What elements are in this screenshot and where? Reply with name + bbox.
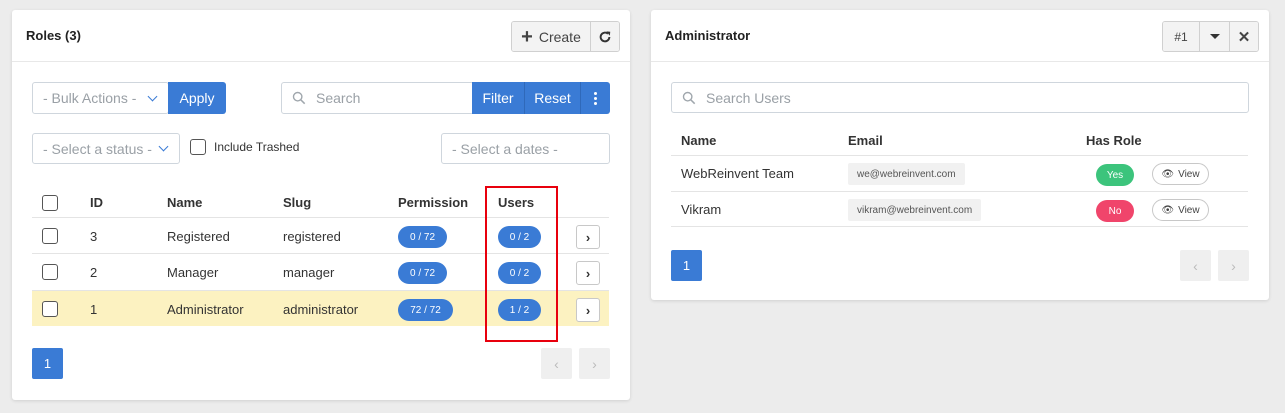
user-row: Vikram vikram@webreinvent.com No 👁 View bbox=[671, 191, 1248, 227]
row-checkbox[interactable] bbox=[42, 264, 58, 280]
row-slug: administrator bbox=[283, 302, 359, 317]
administrator-header-actions: #1 ✕ bbox=[1162, 21, 1259, 52]
row-name: Administrator bbox=[167, 302, 244, 317]
chevron-down-icon bbox=[158, 141, 169, 152]
create-label: Create bbox=[538, 28, 581, 45]
page-1-button[interactable]: 1 bbox=[32, 348, 63, 379]
chevron-right-icon: › bbox=[585, 302, 591, 318]
search-users-placeholder: Search Users bbox=[706, 89, 791, 106]
roles-panel: Roles (3) + Create - Bulk Actions - Appl… bbox=[12, 10, 630, 400]
administrator-title: Administrator bbox=[665, 28, 751, 43]
row-slug: manager bbox=[283, 265, 335, 280]
row-open-button[interactable]: › bbox=[576, 261, 600, 285]
user-name: Vikram bbox=[681, 202, 722, 217]
row-id: 1 bbox=[90, 302, 98, 317]
include-trashed-checkbox[interactable] bbox=[190, 139, 206, 155]
roles-panel-header: Roles (3) + Create bbox=[12, 10, 630, 62]
page-1-button[interactable]: 1 bbox=[671, 250, 702, 281]
eye-icon: 👁 bbox=[1161, 168, 1175, 180]
eye-icon: 👁 bbox=[1161, 204, 1175, 216]
row-name: Registered bbox=[167, 229, 230, 244]
user-row: WebReinvent Team we@webreinvent.com Yes … bbox=[671, 155, 1248, 191]
permission-pill[interactable]: 0 / 72 bbox=[398, 262, 447, 284]
row-open-button[interactable]: › bbox=[576, 298, 600, 322]
row-name: Manager bbox=[167, 265, 219, 280]
search-icon bbox=[682, 91, 696, 104]
col-header-name[interactable]: Name bbox=[167, 195, 202, 210]
col-header-id[interactable]: ID bbox=[90, 195, 103, 210]
view-user-button[interactable]: 👁 View bbox=[1152, 199, 1209, 221]
view-label: View bbox=[1178, 204, 1200, 216]
administrator-panel-header: Administrator #1 ✕ bbox=[651, 10, 1269, 62]
roles-title: Roles (3) bbox=[26, 28, 81, 43]
col-header-has-role[interactable]: Has Role bbox=[1086, 133, 1142, 148]
status-select[interactable]: - Select a status - bbox=[32, 133, 180, 164]
plus-icon: + bbox=[521, 25, 533, 48]
bulk-actions-label: - Bulk Actions - bbox=[43, 90, 137, 106]
include-trashed-label: Include Trashed bbox=[214, 140, 300, 154]
col-header-permission[interactable]: Permission bbox=[398, 195, 468, 210]
filter-button[interactable]: Filter bbox=[472, 82, 524, 114]
dates-placeholder: - Select a dates - bbox=[452, 140, 558, 157]
row-checkbox[interactable] bbox=[42, 301, 58, 317]
user-email: vikram@webreinvent.com bbox=[848, 199, 982, 221]
refresh-button[interactable] bbox=[590, 22, 619, 51]
row-open-button[interactable]: › bbox=[576, 225, 600, 249]
administrator-panel: Administrator #1 ✕ Search Users Name Ema… bbox=[651, 10, 1269, 300]
view-label: View bbox=[1178, 168, 1200, 180]
user-name: WebReinvent Team bbox=[681, 166, 794, 181]
chevron-right-icon: › bbox=[1231, 257, 1236, 274]
select-all-checkbox[interactable] bbox=[42, 195, 58, 211]
search-placeholder: Search bbox=[316, 90, 361, 106]
dropdown-button[interactable] bbox=[1199, 22, 1229, 51]
close-icon: ✕ bbox=[1237, 28, 1251, 46]
search-users-input[interactable]: Search Users bbox=[671, 82, 1249, 113]
next-page-button[interactable]: › bbox=[1218, 250, 1249, 281]
row-slug: registered bbox=[283, 229, 341, 244]
close-button[interactable]: ✕ bbox=[1229, 22, 1258, 51]
col-header-slug[interactable]: Slug bbox=[283, 195, 311, 210]
record-id-button[interactable]: #1 bbox=[1163, 22, 1199, 51]
prev-page-button[interactable]: ‹ bbox=[1180, 250, 1211, 281]
search-input[interactable]: Search bbox=[281, 82, 474, 114]
user-email: we@webreinvent.com bbox=[848, 163, 965, 185]
permission-pill[interactable]: 0 / 72 bbox=[398, 226, 447, 248]
row-id: 3 bbox=[90, 229, 98, 244]
more-options-button[interactable] bbox=[580, 82, 610, 114]
apply-button[interactable]: Apply bbox=[168, 82, 226, 114]
view-user-button[interactable]: 👁 View bbox=[1152, 163, 1209, 185]
reset-button[interactable]: Reset bbox=[524, 82, 580, 114]
row-checkbox[interactable] bbox=[42, 228, 58, 244]
chevron-down-icon bbox=[147, 91, 158, 101]
bulk-actions-select[interactable]: - Bulk Actions - bbox=[32, 82, 169, 114]
col-header-email[interactable]: Email bbox=[848, 133, 883, 148]
roles-header-actions: + Create bbox=[511, 21, 620, 52]
refresh-icon bbox=[599, 30, 611, 42]
next-page-button[interactable]: › bbox=[579, 348, 610, 379]
dates-input[interactable]: - Select a dates - bbox=[441, 133, 610, 164]
vertical-dots-icon bbox=[594, 91, 597, 106]
chevron-left-icon: ‹ bbox=[1193, 257, 1198, 274]
search-icon bbox=[292, 91, 306, 105]
chevron-right-icon: › bbox=[585, 265, 591, 281]
prev-page-button[interactable]: ‹ bbox=[541, 348, 572, 379]
chevron-left-icon: ‹ bbox=[554, 355, 559, 372]
has-role-yes-badge[interactable]: Yes bbox=[1096, 164, 1134, 186]
has-role-no-badge[interactable]: No bbox=[1096, 200, 1134, 222]
create-button[interactable]: + Create bbox=[512, 22, 590, 51]
chevron-right-icon: › bbox=[592, 355, 597, 372]
row-id: 2 bbox=[90, 265, 98, 280]
chevron-right-icon: › bbox=[585, 229, 591, 245]
col-header-name[interactable]: Name bbox=[681, 133, 716, 148]
users-column-highlight bbox=[485, 186, 558, 342]
caret-down-icon bbox=[1209, 34, 1220, 39]
permission-pill[interactable]: 72 / 72 bbox=[398, 299, 453, 321]
status-select-label: - Select a status - bbox=[43, 140, 152, 157]
